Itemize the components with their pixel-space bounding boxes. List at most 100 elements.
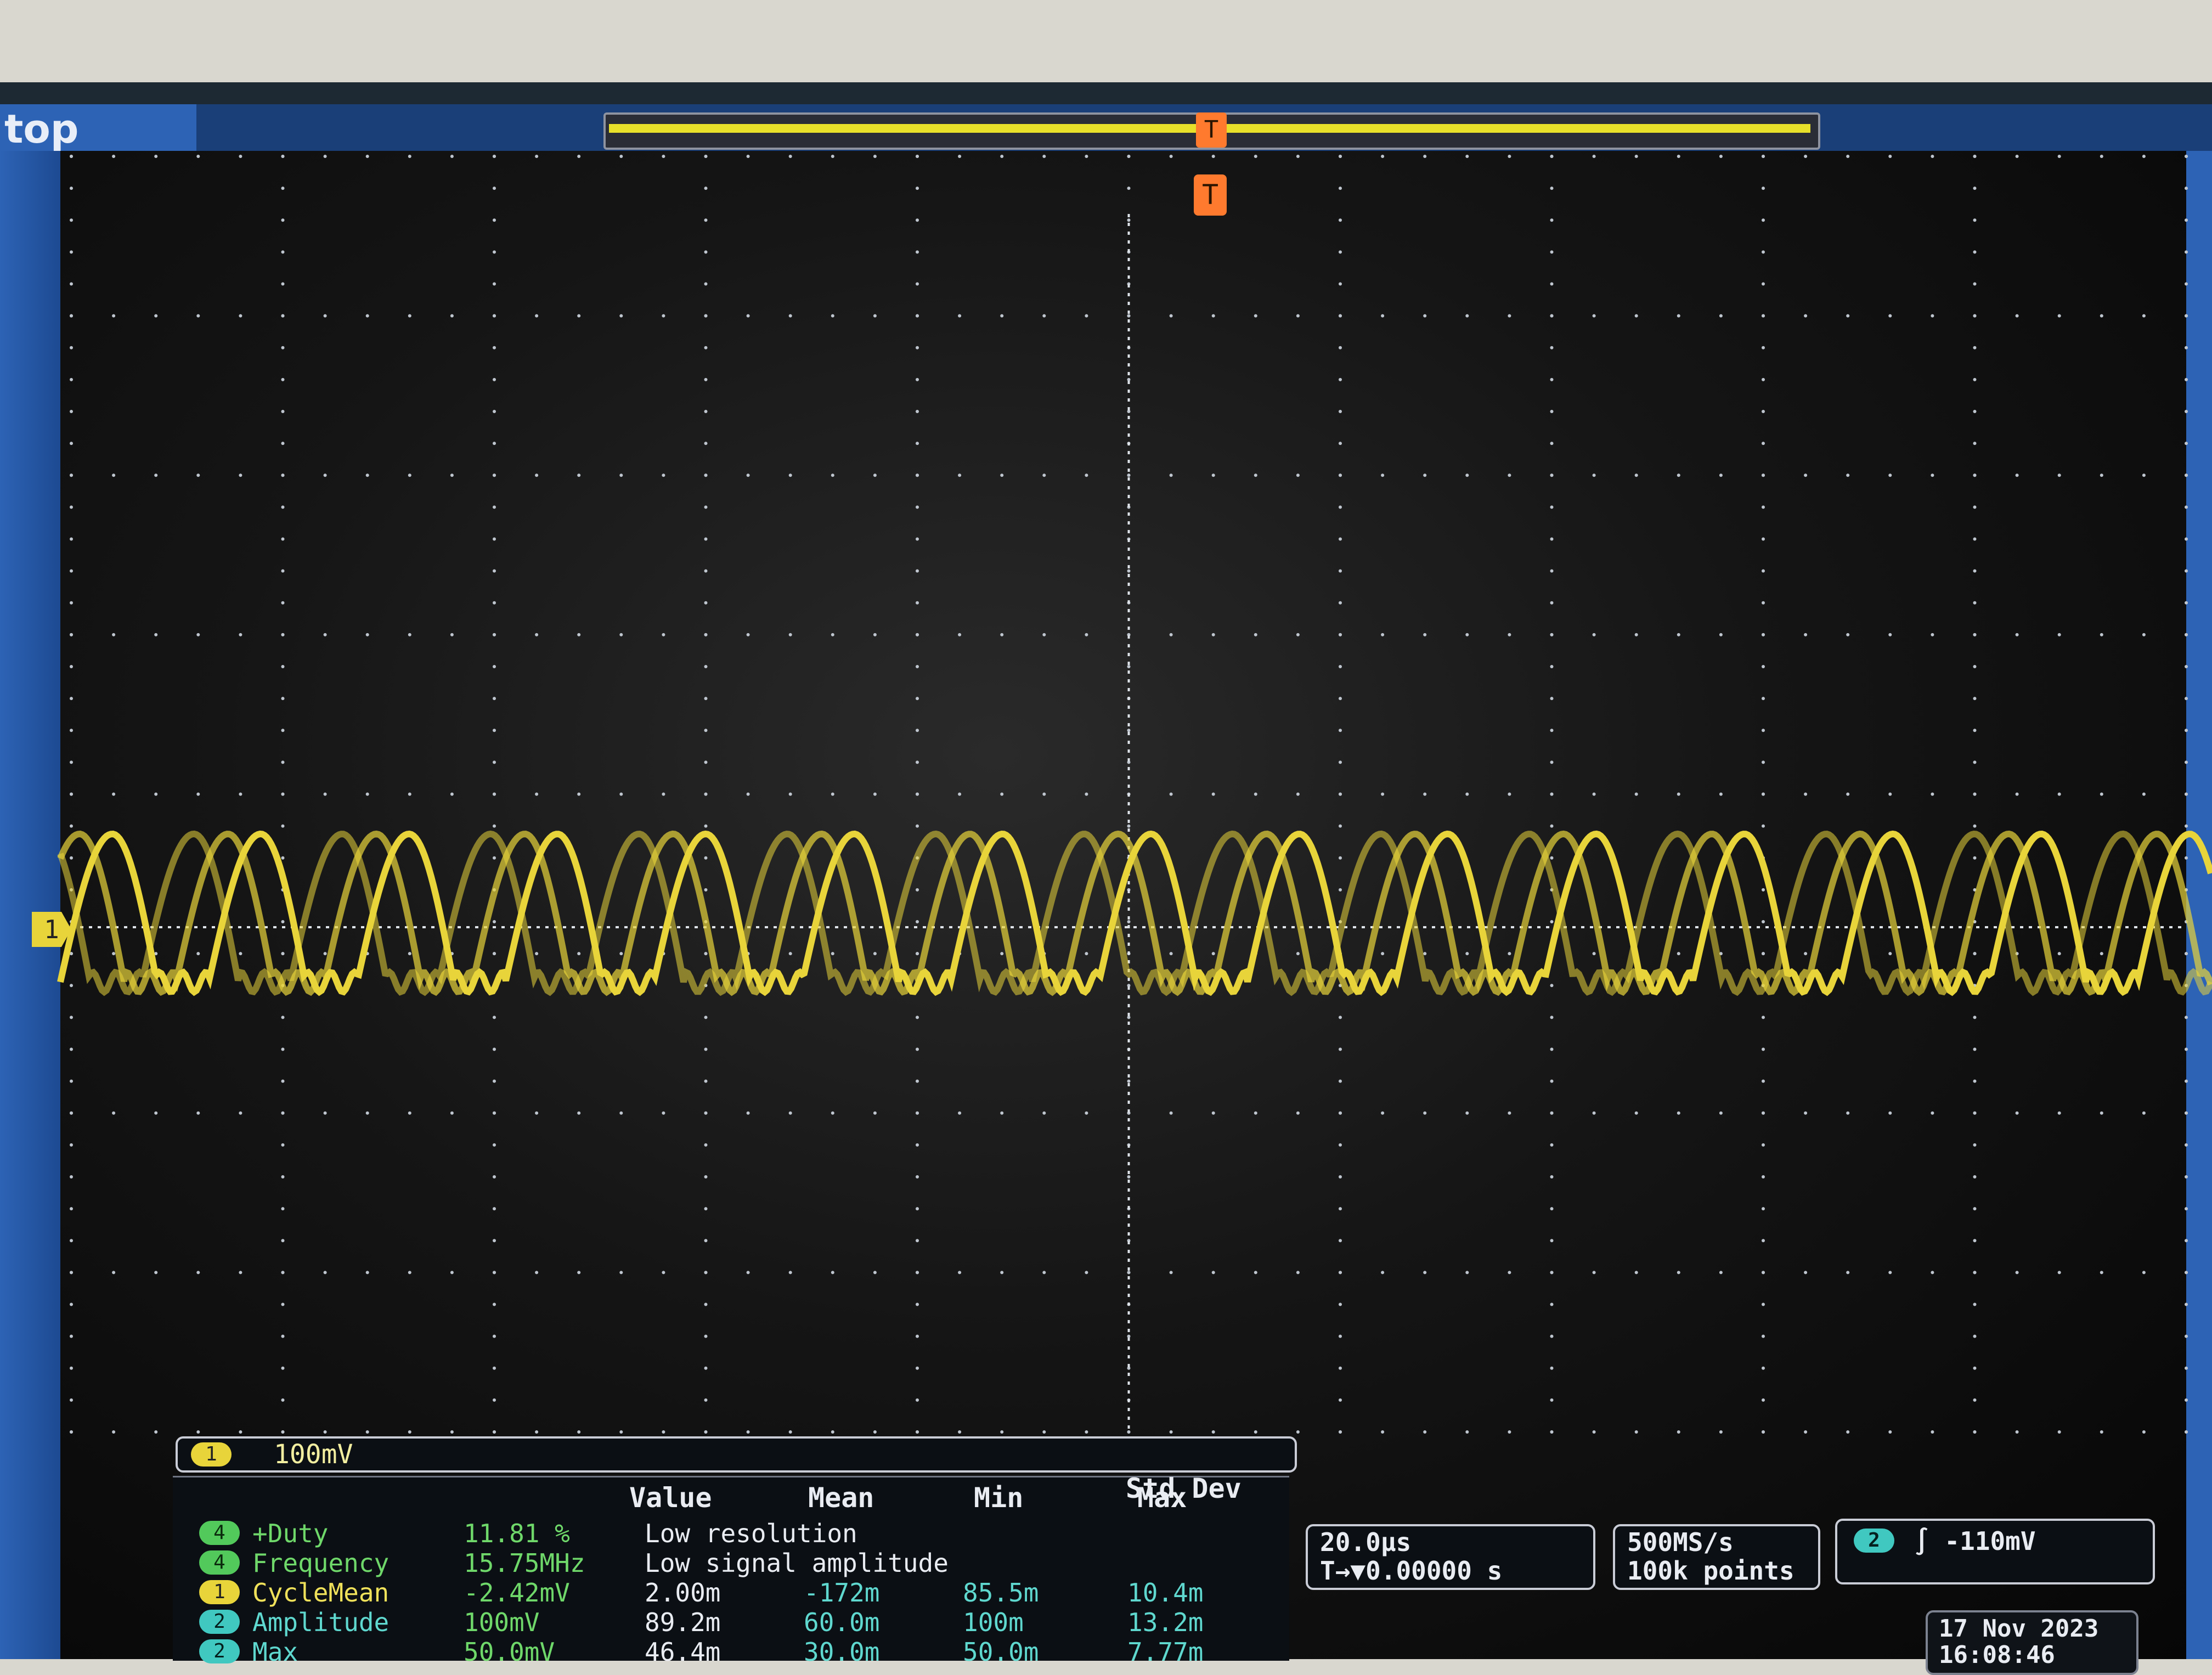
grid-dot (916, 1366, 919, 1370)
measurement-row[interactable]: 2 Max 50.0mV 46.4m 30.0m 50.0m 7.77m (173, 1637, 1289, 1667)
grid-dot (2185, 856, 2188, 860)
grid-dot (1423, 633, 1427, 636)
grid-dot (1973, 1016, 1977, 1019)
grid-dot (1550, 155, 1554, 158)
measurement-row[interactable]: 2 Amplitude 100mV 89.2m 60.0m 100m 13.2m (173, 1608, 1289, 1637)
grid-dot (2185, 1047, 2188, 1051)
grid-dot (1931, 473, 1934, 477)
grid-dot (1677, 1271, 1680, 1274)
grid-dot (1296, 155, 1300, 158)
grid-dot (535, 633, 539, 636)
grid-dot (70, 569, 73, 573)
grid-dot (1127, 569, 1131, 573)
grid-dot (2142, 314, 2146, 318)
grid-dot (196, 792, 200, 796)
grid-dot (916, 569, 919, 573)
grid-dot (1973, 952, 1977, 956)
grid-dot (112, 155, 116, 158)
grid-dot (70, 1175, 73, 1178)
grid-dot (704, 187, 708, 190)
grid-dot (493, 1111, 496, 1115)
measurement-row[interactable]: 1 CycleMean -2.42mV 2.00m -172m 85.5m 10.4m (173, 1578, 1289, 1608)
acquisition-readout[interactable]: 500MS/s 100k points (1613, 1524, 1820, 1590)
measurements-panel[interactable]: Value Mean Min Max 4 +Duty 11.81 % Low reso… (173, 1476, 1289, 1667)
grid-dot (1550, 473, 1554, 477)
grid-dot (1211, 792, 1215, 796)
grid-dot (70, 1302, 73, 1306)
grid-dot (958, 1430, 962, 1434)
grid-dot (746, 1111, 750, 1115)
grid-dot (365, 633, 369, 636)
grid-dot (1339, 729, 1342, 732)
grid-dot (2015, 1271, 2019, 1274)
grid-dot (831, 1111, 834, 1115)
grid-dot (1254, 633, 1257, 636)
timebase-readout[interactable]: 20.0µs T→▼0.00000 s (1306, 1524, 1595, 1590)
grid-dot (619, 633, 623, 636)
grid-dot (1550, 601, 1554, 605)
grid-dot (916, 601, 919, 605)
grid-dot (1339, 1111, 1342, 1115)
grid-dot (239, 314, 242, 318)
date-time-readout: 17 Nov 2023 16:08:46 (1926, 1610, 2138, 1675)
grid-dot (450, 473, 454, 477)
grid-dot (323, 1430, 327, 1434)
grid-dot (1339, 314, 1342, 318)
grid-dot (662, 792, 665, 796)
grid-dot (1339, 1016, 1342, 1019)
grid-dot (1339, 824, 1342, 828)
grid-dot (239, 1111, 242, 1115)
grid-dot (154, 633, 158, 636)
grid-dot (1339, 346, 1342, 349)
measurement-row[interactable]: 4 +Duty 11.81 % Low resolution (173, 1519, 1289, 1548)
grid-dot (1508, 952, 1511, 956)
grid-dot (1127, 1334, 1131, 1338)
trigger-readout[interactable]: 2 ∫ -110mV (1835, 1519, 2155, 1584)
grid-dot (1634, 155, 1638, 158)
grid-dot (1339, 155, 1342, 158)
grid-dot (1846, 1111, 1850, 1115)
grid-dot (831, 473, 834, 477)
channel-readout[interactable]: 1 100mV (176, 1436, 1297, 1473)
grid-dot (493, 187, 496, 190)
grid-dot (1762, 1366, 1765, 1370)
grid-dot (493, 1207, 496, 1211)
grid-dot (873, 314, 877, 318)
grid-dot (493, 952, 496, 956)
grid-dot (1634, 1430, 1638, 1434)
horizontal-scale: 20.0µs (1320, 1527, 1412, 1557)
grid-dot (154, 155, 158, 158)
grid-dot (281, 377, 285, 381)
grid-dot (958, 473, 962, 477)
grid-dot (1381, 952, 1385, 956)
grid-dot (1762, 218, 1765, 222)
grid-dot (1973, 346, 1977, 349)
measurement-row[interactable]: 4 Frequency 15.75MHz Low signal amplitude (173, 1548, 1289, 1578)
grid-dot (704, 250, 708, 254)
grid-dot (70, 218, 73, 222)
grid-dot (1423, 473, 1427, 477)
grid-dot (281, 792, 285, 796)
grid-dot (323, 792, 327, 796)
grid-dot (1339, 1430, 1342, 1434)
grid-dot (746, 1271, 750, 1274)
grid-dot (1634, 792, 1638, 796)
grid-dot (2185, 314, 2188, 318)
grid-dot (239, 1271, 242, 1274)
grid-dot (1550, 760, 1554, 764)
grid-dot (323, 952, 327, 956)
grid-dot (2185, 633, 2188, 636)
grid-dot (154, 314, 158, 318)
grid-dot (1762, 1398, 1765, 1402)
grid-dot (1973, 1047, 1977, 1051)
grid-dot (112, 1111, 116, 1115)
grid-dot (1762, 760, 1765, 764)
grid-dot (2100, 792, 2103, 796)
grid-dot (493, 824, 496, 828)
grid-dot (196, 952, 200, 956)
grid-dot (408, 314, 411, 318)
grid-dot (831, 314, 834, 318)
grid-dot (70, 856, 73, 860)
trigger-level-marker[interactable]: T (1194, 174, 1227, 216)
grid-dot (1127, 1079, 1131, 1083)
